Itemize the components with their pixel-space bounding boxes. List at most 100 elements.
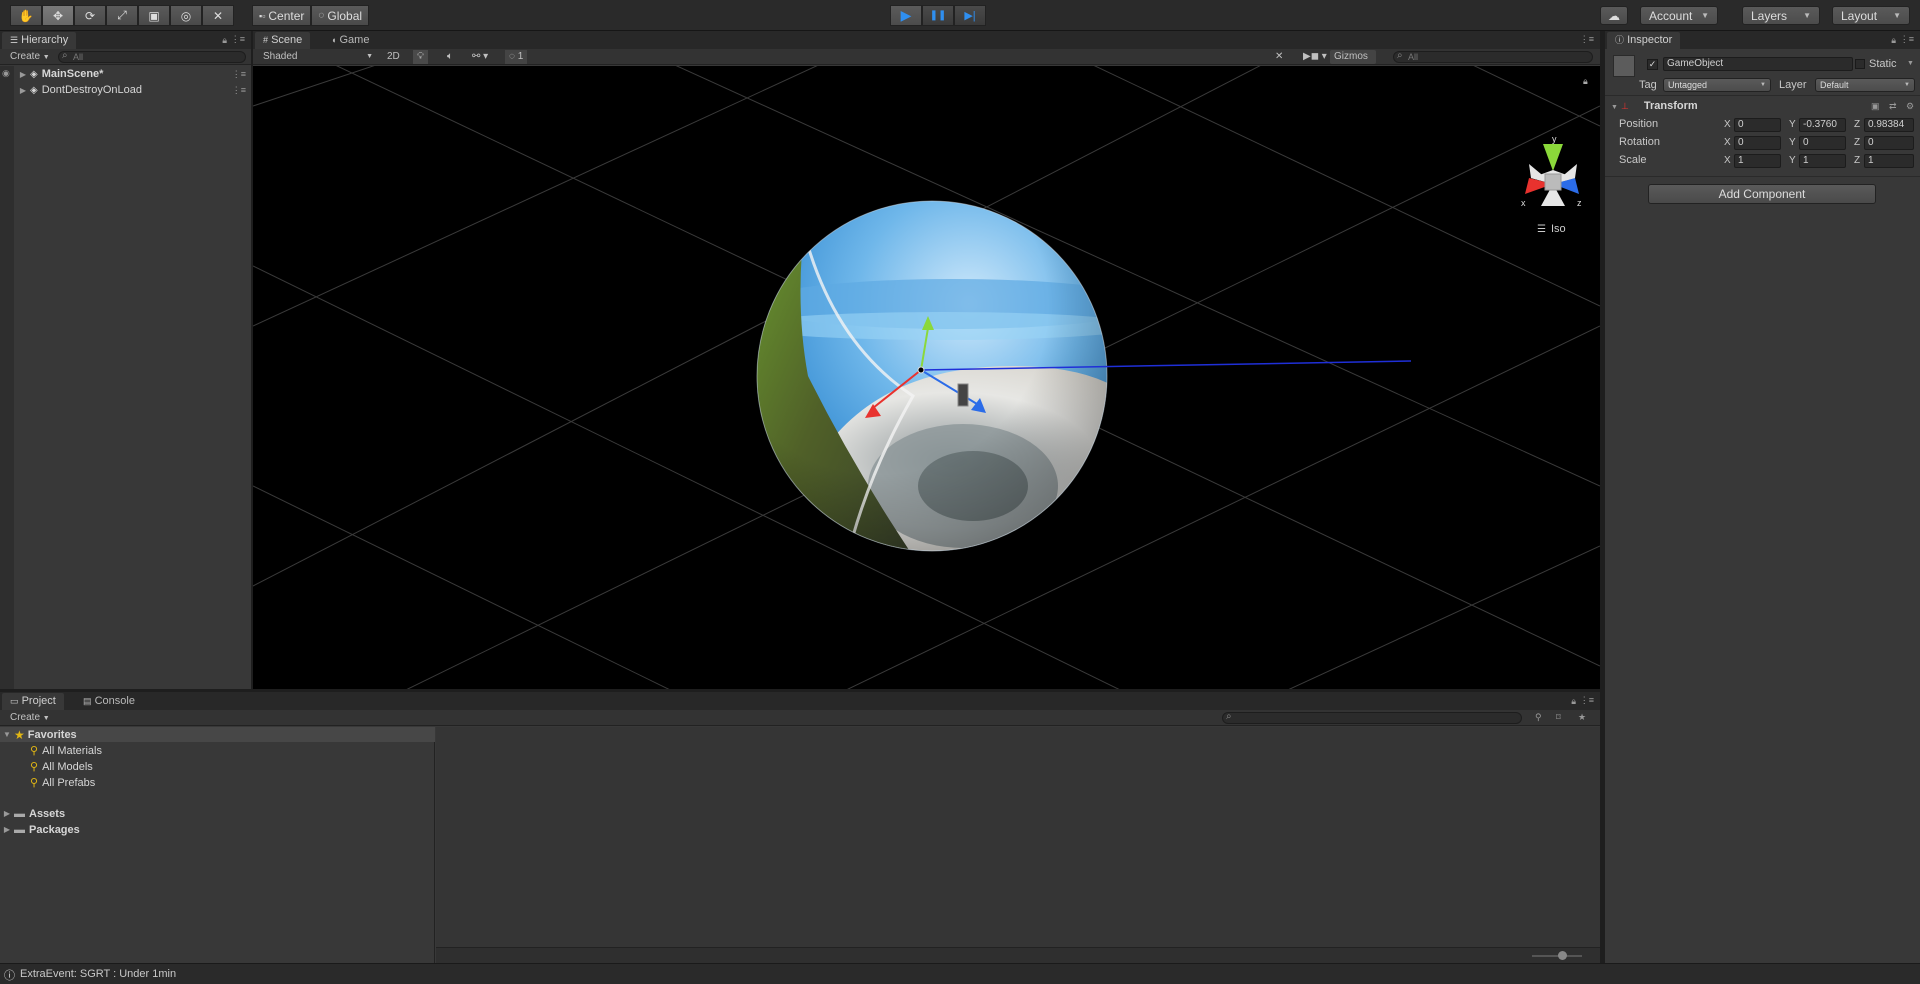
favorite-item[interactable]: ⚲ All Materials (30, 743, 102, 758)
rotation-y-field[interactable]: 0 (1799, 136, 1846, 150)
item-menu-icon[interactable]: ⋮≡ (232, 69, 246, 80)
panel-menu-icon[interactable]: ⋮≡ (231, 34, 245, 45)
expand-arrow-icon[interactable]: ▶ (16, 86, 30, 95)
panel-menu-icon[interactable]: ⋮≡ (1580, 695, 1594, 706)
transform-header[interactable]: ▼ ⊥ Transform (1611, 100, 1911, 114)
panel-menu-icon[interactable]: ⋮≡ (1580, 34, 1594, 45)
collapse-arrow-icon[interactable]: ▼ (1611, 104, 1618, 111)
layer-dropdown[interactable]: Default ▼ (1815, 78, 1915, 92)
zoom-slider-handle[interactable] (1558, 951, 1567, 960)
collapse-arrow-icon[interactable]: ▼ (0, 730, 14, 739)
tag-dropdown[interactable]: Untagged ▼ (1663, 78, 1771, 92)
pause-button[interactable]: ❚❚ (922, 5, 954, 26)
create-dropdown[interactable]: Create ▼ (6, 50, 54, 64)
add-component-button[interactable]: Add Component (1648, 184, 1876, 204)
favorite-item[interactable]: ⚲ All Prefabs (30, 775, 95, 790)
hierarchy-item-mainscene[interactable]: ▶ ◈ MainScene* ⋮≡ (16, 66, 248, 82)
eye-icon[interactable]: ◉ (2, 68, 10, 79)
tab-console[interactable]: ▤ Console (75, 693, 143, 710)
camera-icon[interactable]: ▶◼ ▾ (1299, 50, 1331, 64)
chevron-down-icon[interactable]: ▼ (1907, 60, 1914, 67)
help-book-icon[interactable]: ▣ (1871, 101, 1880, 112)
scene-search-input[interactable]: All (1393, 51, 1593, 63)
position-x-field[interactable]: 0 (1734, 118, 1781, 132)
tab-inspector[interactable]: ⓘ Inspector (1607, 32, 1681, 49)
info-icon: ⓘ (4, 970, 15, 982)
lock-icon[interactable]: 🔒︎ (222, 35, 227, 46)
chevron-down-icon: ▼ (366, 53, 373, 60)
position-y-field[interactable]: -0.3760 (1799, 118, 1846, 132)
rect-tool-icon[interactable]: ▣ (138, 5, 170, 26)
step-button[interactable]: ▶| (954, 5, 986, 26)
filter-type-icon[interactable]: ⚲ (1535, 712, 1542, 723)
scale-y-field[interactable]: 1 (1799, 154, 1846, 168)
panel-menu-icon[interactable]: ⋮≡ (1900, 34, 1914, 45)
tab-hierarchy[interactable]: ☰ Hierarchy (2, 32, 77, 49)
project-search-input[interactable] (1222, 712, 1522, 724)
gizmos-dropdown[interactable]: Gizmos ▼ (1330, 50, 1376, 75)
shading-mode-label: Shaded (263, 51, 298, 62)
position-z-field[interactable]: 0.98384 (1864, 118, 1914, 132)
folder-row-packages[interactable]: ▶ ▬ Packages (0, 822, 80, 837)
expand-arrow-icon[interactable]: ▶ (0, 809, 14, 818)
tab-scene[interactable]: # Scene (255, 32, 311, 49)
space-toggle[interactable]: ◌ Global (311, 5, 370, 26)
tab-project[interactable]: ▭ Project (2, 693, 64, 710)
cloud-icon[interactable]: ☁ (1600, 6, 1628, 25)
account-dropdown[interactable]: Account ▼ (1640, 6, 1718, 25)
play-button[interactable]: ▶ (890, 5, 922, 26)
gear-icon[interactable]: ⚙ (1906, 101, 1914, 112)
lighting-toggle-icon[interactable]: 💡︎ (413, 50, 428, 64)
hierarchy-search-input[interactable]: All (58, 51, 246, 63)
move-tool-icon[interactable]: ✥ (42, 5, 74, 26)
scene-canvas[interactable]: y x z 🔒︎ ☰ Iso (253, 66, 1600, 689)
object-name-field[interactable]: GameObject (1663, 57, 1853, 71)
layout-dropdown[interactable]: Layout ▼ (1832, 6, 1910, 25)
orientation-gizmo[interactable]: y x z (1521, 134, 1582, 208)
expand-arrow-icon[interactable]: ▶ (0, 825, 14, 834)
pivot-toggle[interactable]: ▪▫ Center (252, 5, 312, 26)
rotation-z-field[interactable]: 0 (1864, 136, 1914, 150)
favorites-row[interactable]: ▼ ★ Favorites (0, 727, 435, 742)
create-dropdown[interactable]: Create ▼ (6, 711, 54, 725)
projection-label[interactable]: Iso (1551, 223, 1566, 235)
shading-mode-dropdown[interactable]: Shaded ▼ (259, 50, 377, 64)
folder-row-assets[interactable]: ▶ ▬ Assets (0, 806, 65, 821)
scale-x-field[interactable]: 1 (1734, 154, 1781, 168)
active-checkbox[interactable]: ✓ (1647, 59, 1658, 70)
transform-icon: ⊥ (1621, 101, 1629, 111)
preset-icon[interactable]: ⇄ (1889, 101, 1897, 112)
hand-tool-icon[interactable]: ✋ (10, 5, 42, 26)
favorite-item[interactable]: ⚲ All Models (30, 759, 93, 774)
scale-z-field[interactable]: 1 (1864, 154, 1914, 168)
projection-menu-icon[interactable]: ☰ (1537, 224, 1546, 235)
item-menu-icon[interactable]: ⋮≡ (232, 85, 246, 96)
rotate-tool-icon[interactable]: ⟳ (74, 5, 106, 26)
panorama-sphere[interactable] (743, 196, 1153, 556)
project-content-area[interactable] (436, 727, 1600, 947)
gizmo-lock-icon[interactable]: 🔒︎ (1583, 76, 1588, 86)
scene-viewport[interactable]: y x z 🔒︎ ☰ Iso (253, 66, 1600, 689)
toggle-2d-button[interactable]: 2D (383, 50, 404, 64)
custom-tool-icon[interactable]: ✕ (202, 5, 234, 26)
tools-icon[interactable]: ✕ (1271, 50, 1287, 64)
tab-game[interactable]: ◖ Game (323, 32, 377, 49)
unity-scene-icon: ◈ (30, 68, 38, 80)
audio-toggle-icon[interactable]: 🔈︎ (443, 50, 457, 64)
status-message[interactable]: ExtraEvent: SGRT : Under 1min (20, 968, 176, 980)
favorite-star-icon[interactable]: ★ (1578, 712, 1586, 723)
layers-dropdown[interactable]: Layers ▼ (1742, 6, 1820, 25)
transform-tool-icon[interactable]: ◎ (170, 5, 202, 26)
scale-tool-icon[interactable]: ⤢ (106, 5, 138, 26)
static-checkbox[interactable] (1855, 59, 1865, 69)
rotation-x-field[interactable]: 0 (1734, 136, 1781, 150)
filter-label-icon[interactable]: ⌑ (1556, 712, 1561, 723)
hidden-objects-toggle[interactable]: ◌ 1 (505, 50, 528, 64)
hierarchy-item-dontdestroyonload[interactable]: ▶ ◈ DontDestroyOnLoad ⋮≡ (16, 82, 248, 98)
axis-y-label: y (1552, 134, 1557, 144)
lock-icon[interactable]: 🔒︎ (1891, 35, 1896, 46)
zoom-slider-track[interactable] (1532, 955, 1582, 957)
effects-toggle-icon[interactable]: ⚯ ▾ (468, 50, 492, 64)
expand-arrow-icon[interactable]: ▶ (16, 70, 30, 79)
lock-icon[interactable]: 🔒︎ (1571, 696, 1576, 707)
